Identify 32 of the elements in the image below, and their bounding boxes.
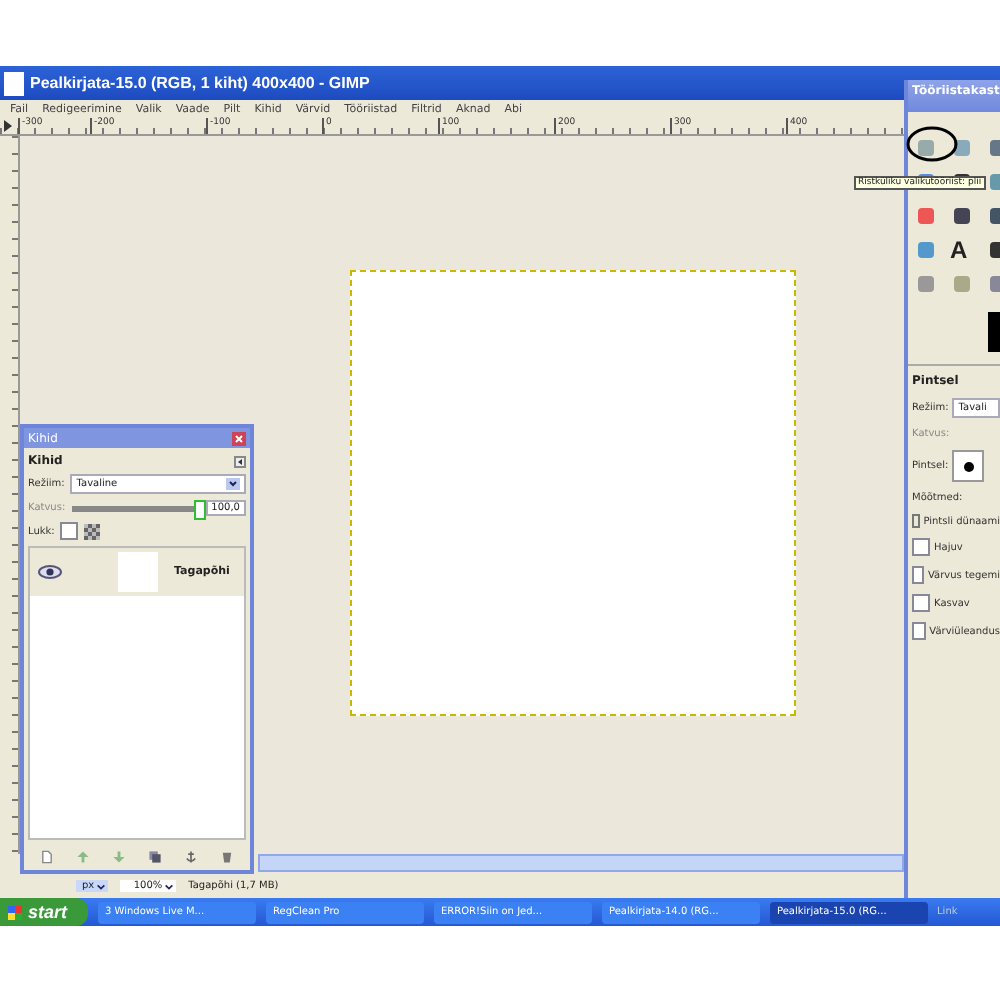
layer-thumbnail bbox=[118, 552, 158, 592]
up-arrow-icon[interactable] bbox=[75, 849, 90, 863]
caret-icon bbox=[226, 478, 240, 490]
text-tool[interactable]: A bbox=[950, 238, 974, 262]
duplicate-icon[interactable] bbox=[148, 849, 163, 863]
slider-handle[interactable] bbox=[193, 499, 206, 519]
anchor-icon[interactable] bbox=[184, 849, 199, 863]
lock-checkbox[interactable] bbox=[60, 522, 79, 540]
close-button[interactable] bbox=[232, 431, 246, 445]
trash-icon[interactable] bbox=[220, 849, 235, 863]
new-page-icon[interactable] bbox=[39, 849, 54, 863]
option-checkbox[interactable] bbox=[912, 566, 924, 584]
eye-icon[interactable] bbox=[38, 564, 62, 580]
brush-preview[interactable] bbox=[952, 450, 985, 482]
caret-icon bbox=[96, 881, 107, 891]
down-arrow-icon[interactable] bbox=[111, 849, 126, 863]
app-icon bbox=[4, 71, 24, 95]
annotation-circle bbox=[902, 122, 962, 166]
horizontal-scrollbar[interactable] bbox=[258, 854, 904, 872]
menu-button[interactable] bbox=[234, 455, 246, 467]
window-title: Pealkirjata-15.0 (RGB, 1 kiht) 400x400 - GIMP bbox=[30, 74, 370, 92]
foreground-color[interactable] bbox=[988, 312, 1000, 352]
caret-icon bbox=[164, 881, 175, 891]
option-checkbox[interactable] bbox=[912, 594, 930, 612]
option-checkbox[interactable] bbox=[912, 538, 930, 556]
option-checkbox[interactable] bbox=[912, 622, 926, 640]
start-button[interactable]: start bbox=[0, 898, 88, 926]
checkerboard-icon bbox=[84, 523, 101, 539]
opacity-slider[interactable] bbox=[71, 505, 200, 511]
expander-icon[interactable] bbox=[912, 514, 920, 528]
tool-icon[interactable] bbox=[950, 204, 974, 228]
tool-icon[interactable] bbox=[914, 136, 938, 160]
